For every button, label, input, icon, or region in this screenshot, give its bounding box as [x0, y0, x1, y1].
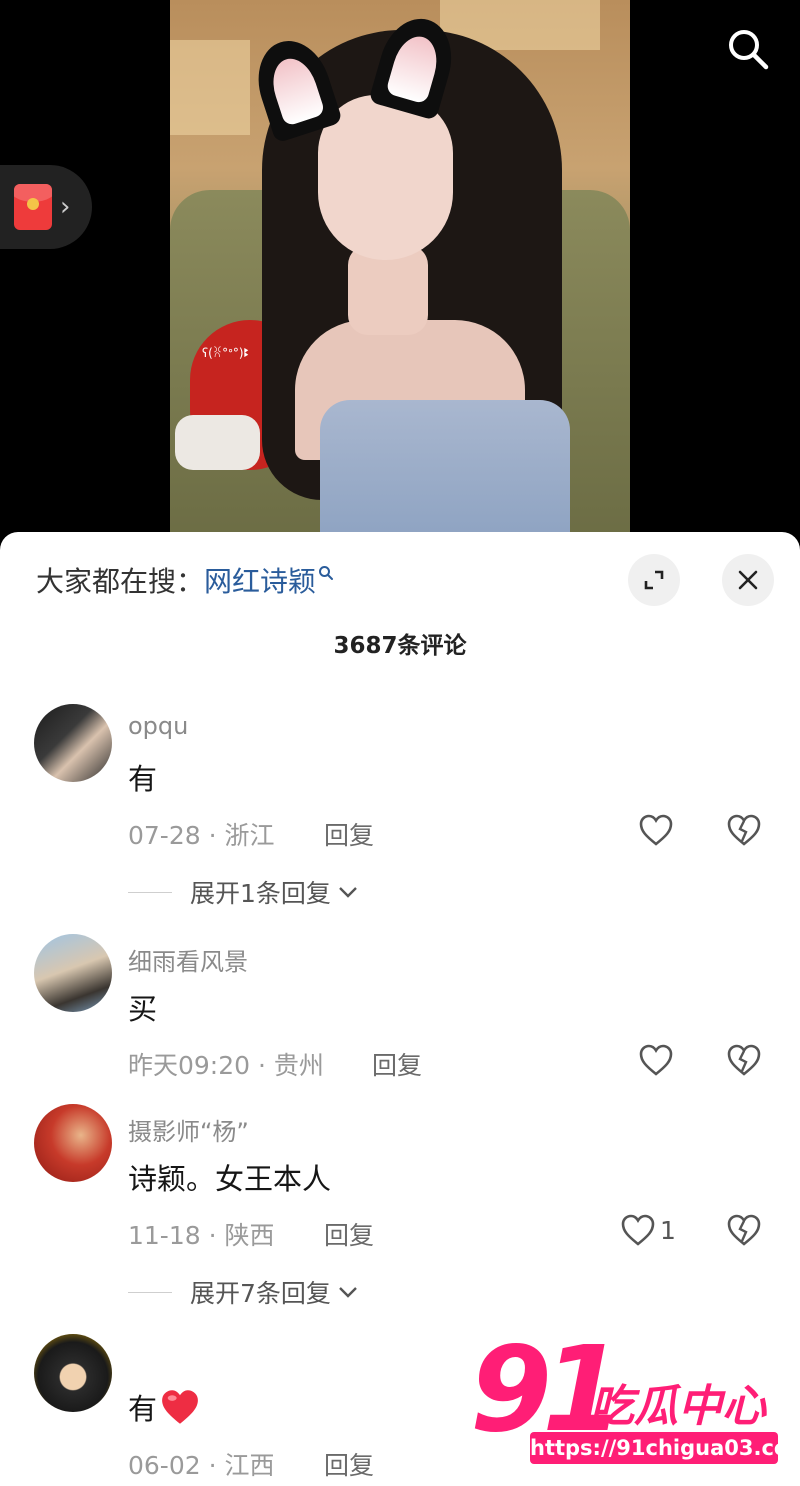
comment-content: 诗颖。女王本人 [128, 1162, 332, 1196]
broken-heart-icon [727, 1214, 761, 1246]
avatar[interactable] [34, 934, 112, 1012]
expand-replies-label: 展开1条回复 [190, 879, 331, 908]
avatar[interactable] [34, 1104, 112, 1182]
meta-separator: · [200, 1451, 225, 1480]
avatar[interactable] [34, 1334, 112, 1412]
red-packet-icon [14, 184, 52, 230]
video-frame[interactable]: ʕ(ꐦ°ᐤ°)ꔪ [170, 0, 630, 560]
comment-location: 贵州 [273, 1051, 324, 1080]
comment-meta: 昨天09:20 · 贵州 [128, 1046, 324, 1082]
red-packet-button[interactable]: › [0, 165, 92, 249]
comment-meta: 11-18 · 陕西 [128, 1216, 275, 1252]
comment-item: 摄影师“杨” 诗颖。女王本人 11-18 · 陕西 回复 1 展开7条回复 [0, 1104, 800, 1308]
wall-panel [170, 40, 250, 135]
like-button[interactable] [638, 1038, 678, 1082]
sticker-text: ʕ(ꐦ°ᐤ°)ꔪ [202, 346, 250, 360]
avatar[interactable] [34, 704, 112, 782]
comment-username[interactable]: 细雨看风景 [128, 942, 248, 977]
dislike-button[interactable] [722, 1208, 766, 1252]
meta-separator: · [200, 1221, 225, 1250]
divider-line [128, 1291, 172, 1293]
watermark-name: 吃瓜中心 [590, 1381, 766, 1432]
search-icon [319, 566, 334, 580]
comment-username[interactable]: 摄影师“杨” [128, 1112, 249, 1147]
hot-search-prefix: 大家都在搜： [36, 565, 205, 598]
video-player[interactable]: ʕ(ꐦ°ᐤ°)ꔪ › [0, 0, 800, 560]
comment-date: 07-28 [128, 821, 201, 850]
like-button[interactable] [638, 808, 678, 852]
expand-button[interactable] [628, 554, 680, 606]
watermark-logo: 91 吃瓜中心 https://91chigua03.com [470, 1330, 800, 1475]
comment-location: 陕西 [224, 1221, 275, 1250]
expand-replies-button[interactable]: 展开7条回复 [128, 1274, 359, 1310]
chevron-down-icon [339, 887, 357, 898]
expand-icon [644, 570, 664, 590]
reply-button[interactable]: 回复 [372, 1046, 422, 1082]
hot-search-bar[interactable]: 大家都在搜： 网红诗颖 [36, 560, 334, 600]
comment-content: 有 [128, 1386, 201, 1428]
search-button[interactable] [718, 22, 778, 76]
chevron-right-icon: › [60, 192, 71, 222]
heart-icon [639, 1044, 673, 1076]
watermark-url: https://91chigua03.com [530, 1432, 800, 1464]
meta-separator: · [250, 1051, 274, 1080]
reply-button[interactable]: 回复 [324, 1216, 374, 1252]
reply-button[interactable]: 回复 [324, 1446, 374, 1482]
close-icon [738, 570, 758, 590]
expand-replies-label: 展开7条回复 [190, 1279, 331, 1308]
comment-location: 江西 [224, 1451, 275, 1480]
chevron-down-icon [339, 1287, 357, 1298]
comment-content: 买 [128, 992, 158, 1026]
broken-heart-icon [727, 814, 761, 846]
expand-replies-button[interactable]: 展开1条回复 [128, 874, 359, 910]
like-count: 1 [660, 1215, 676, 1245]
meta-separator: · [200, 821, 225, 850]
comment-text: 有 [128, 1392, 158, 1426]
dislike-button[interactable] [722, 1038, 766, 1082]
reply-button[interactable]: 回复 [324, 816, 374, 852]
hot-search-keyword[interactable]: 网红诗颖 [204, 560, 316, 600]
comment-date: 06-02 [128, 1451, 201, 1480]
tissue [175, 415, 260, 470]
search-icon [729, 30, 769, 70]
red-heart-icon [162, 1390, 198, 1424]
comment-content: 有 [128, 762, 158, 796]
comment-item: 细雨看风景 买 昨天09:20 · 贵州 回复 [0, 934, 800, 1094]
heart-icon [621, 1214, 655, 1246]
comment-meta: 07-28 · 浙江 [128, 816, 275, 852]
comment-date: 11-18 [128, 1221, 201, 1250]
broken-heart-icon [727, 1044, 761, 1076]
comment-date: 昨天09:20 [128, 1051, 251, 1080]
comment-count: 3687条评论 [333, 633, 467, 659]
comment-meta: 06-02 · 江西 [128, 1446, 275, 1482]
comment-username[interactable]: opqu [128, 712, 188, 740]
heart-icon [639, 814, 673, 846]
close-button[interactable] [722, 554, 774, 606]
comment-item: opqu 有 07-28 · 浙江 回复 展开1条回复 [0, 704, 800, 908]
comment-location: 浙江 [224, 821, 275, 850]
like-button[interactable]: 1 [620, 1208, 676, 1252]
dislike-button[interactable] [722, 808, 766, 852]
divider-line [128, 891, 172, 893]
